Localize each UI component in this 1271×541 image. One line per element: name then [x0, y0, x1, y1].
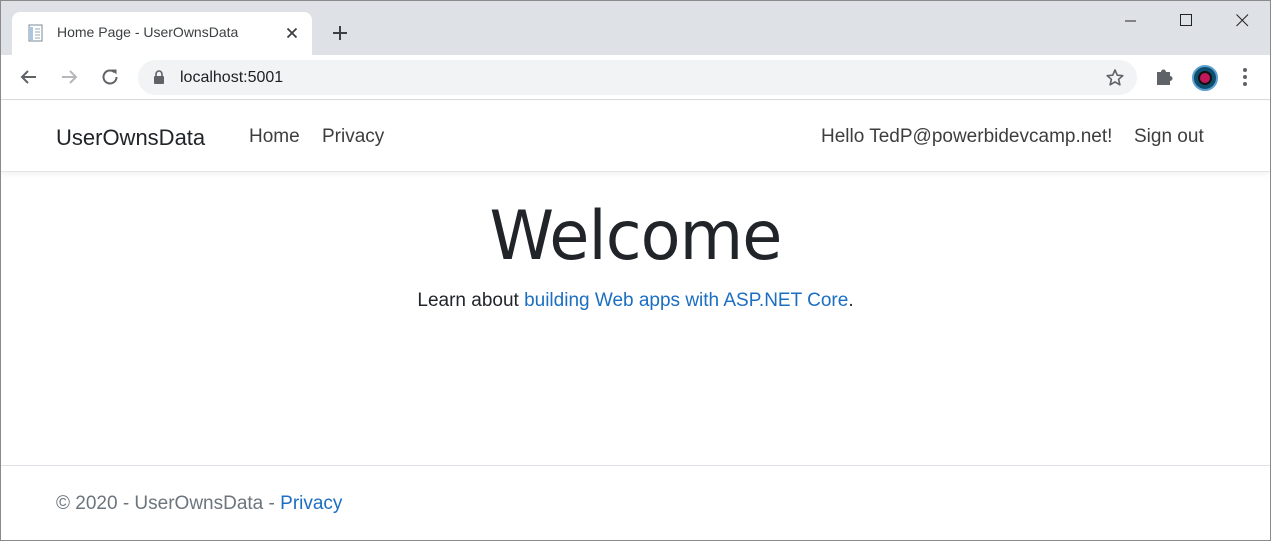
forward-arrow-icon[interactable] — [55, 63, 83, 91]
page-favicon-icon — [27, 24, 46, 43]
sign-out-link[interactable]: Sign out — [1134, 126, 1204, 148]
minimize-icon[interactable] — [1107, 7, 1153, 37]
nav-link-privacy[interactable]: Privacy — [322, 126, 384, 148]
url-text[interactable]: localhost:5001 — [180, 69, 283, 87]
intro-prefix: Learn about — [417, 290, 525, 311]
kebab-menu-icon[interactable] — [1233, 65, 1257, 89]
user-greeting: Hello TedP@powerbidevcamp.net! — [821, 126, 1113, 147]
nav-link-home[interactable]: Home — [249, 126, 300, 148]
tab-home-page[interactable]: Home Page - UserOwnsData — [12, 12, 312, 55]
address-bar[interactable]: localhost:5001 — [138, 60, 1137, 95]
tab-strip: Home Page - UserOwnsData — [1, 1, 1270, 55]
window-close-icon[interactable] — [1219, 7, 1265, 37]
star-icon[interactable] — [1104, 67, 1126, 89]
brand-link[interactable]: UserOwnsData — [56, 125, 205, 151]
maximize-icon[interactable] — [1163, 7, 1209, 37]
footer-privacy-link[interactable]: Privacy — [280, 493, 342, 514]
puzzle-icon[interactable] — [1152, 65, 1176, 89]
browser-toolbar: localhost:5001 — [1, 55, 1270, 100]
profile-avatar[interactable] — [1192, 65, 1218, 91]
intro-suffix: . — [848, 290, 854, 311]
intro-text: Learn about building Web apps with ASP.N… — [1, 290, 1270, 312]
aspnet-docs-link[interactable]: building Web apps with ASP.NET Core — [524, 290, 848, 311]
footer-copyright: © 2020 - UserOwnsData - — [56, 493, 281, 514]
close-icon[interactable] — [282, 23, 302, 43]
lock-icon[interactable] — [153, 70, 165, 84]
reload-icon[interactable] — [96, 63, 124, 91]
footer-divider — [1, 465, 1270, 466]
tab-title: Home Page - UserOwnsData — [57, 24, 239, 40]
back-arrow-icon[interactable] — [15, 63, 43, 91]
page-title: Welcome — [489, 197, 783, 276]
plus-icon[interactable] — [326, 19, 354, 47]
site-navbar: UserOwnsData Home Privacy Hello TedP@pow… — [1, 101, 1270, 172]
footer: © 2020 - UserOwnsData - Privacy — [56, 493, 342, 515]
browser-window: Home Page - UserOwnsData localhost:5001 … — [0, 0, 1271, 541]
